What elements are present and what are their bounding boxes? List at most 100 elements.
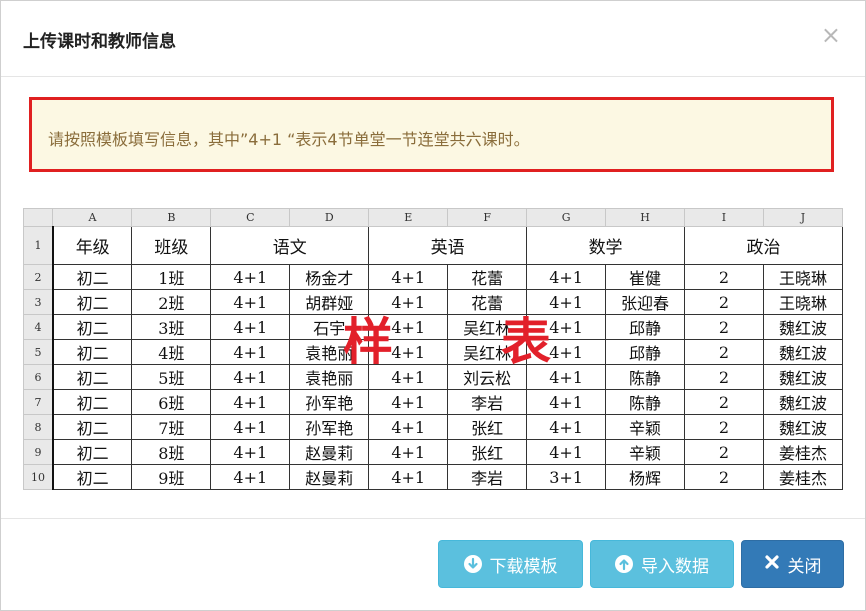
header-english: 英语	[368, 226, 528, 265]
row-number: 2	[22, 264, 54, 290]
table-cell: 初二	[51, 464, 133, 490]
table-cell: 崔健	[605, 264, 686, 290]
table-cell: 陈静	[605, 389, 686, 415]
table-cell: 4+1	[526, 439, 607, 465]
table-cell: 4+1	[526, 414, 607, 440]
table-cell: 7班	[131, 414, 212, 440]
instruction-text: 请按照模板填写信息，其中”4+1 “表示4节单堂一节连堂共六课时。	[48, 130, 530, 149]
dialog-footer: 下载模板 导入数据 关闭	[1, 518, 865, 611]
table-cell: 2	[684, 439, 764, 465]
table-cell: 李岩	[447, 464, 528, 490]
header-politics: 政治	[684, 226, 843, 265]
column-letter-row: A B C D E F G H I J	[22, 208, 844, 227]
table-cell: 4+1	[210, 414, 291, 440]
table-cell: 王晓琳	[762, 264, 844, 290]
table-row: 9 初二 8班 4+1 赵曼莉 4+1 张红 4+1 辛颖 2 姜桂杰	[22, 439, 844, 465]
download-template-button[interactable]: 下载模板	[438, 540, 583, 588]
table-row: 10 初二 9班 4+1 赵曼莉 4+1 李岩 3+1 杨辉 2 姜桂杰	[22, 464, 844, 490]
table-cell: 1班	[131, 264, 212, 290]
table-cell: 魏红波	[762, 364, 844, 390]
table-cell: 魏红波	[762, 389, 844, 415]
import-data-label: 导入数据	[641, 556, 709, 577]
table-cell: 2	[684, 364, 764, 390]
table-cell: 姜桂杰	[762, 464, 844, 490]
table-cell: 3班	[131, 314, 212, 340]
table-cell: 魏红波	[762, 314, 844, 340]
table-header-row: 1 年级 班级 语文 英语 数学 政治	[22, 226, 843, 265]
table-cell: 杨辉	[605, 464, 686, 490]
sample-stamp-right: 表	[501, 313, 551, 371]
table-cell: 4+1	[368, 414, 449, 440]
column-letter: J	[762, 208, 844, 227]
close-icon[interactable]: ×	[821, 23, 841, 47]
x-mark-icon	[764, 554, 780, 575]
header-chinese: 语文	[210, 226, 370, 265]
table-cell: 6班	[131, 389, 212, 415]
table-row: 5 初二 4班 4+1 袁艳丽 4+1 吴红林 4+1 邱静 2 魏红波	[22, 339, 844, 365]
header-math: 数学	[526, 226, 686, 265]
row-number: 10	[22, 464, 54, 490]
table-cell: 4班	[131, 339, 212, 365]
row-number: 9	[22, 439, 54, 465]
dialog-title: 上传课时和教师信息	[23, 32, 176, 52]
table-cell: 2	[684, 414, 764, 440]
table-row: 8 初二 7班 4+1 孙军艳 4+1 张红 4+1 辛颖 2 魏红波	[22, 414, 844, 440]
table-cell: 赵曼莉	[289, 464, 370, 490]
table-cell: 花蕾	[447, 264, 528, 290]
table-row: 4 初二 3班 4+1 石宇 4+1 吴红林 4+1 邱静 2 魏红波	[22, 314, 844, 340]
table-cell: 初二	[51, 314, 133, 340]
table-cell: 4+1	[210, 339, 291, 365]
download-circle-icon	[463, 555, 482, 573]
column-letter: I	[684, 208, 764, 227]
table-cell: 9班	[131, 464, 212, 490]
table-cell: 李岩	[447, 389, 528, 415]
column-letter: C	[210, 208, 291, 227]
header-class: 班级	[131, 226, 212, 265]
sample-rows: 2 初二 1班 4+1 杨金才 4+1 花蕾 4+1 崔健 2 王晓琳 3 初二 2班 4+1 胡群娅 4+1 花…	[22, 264, 844, 490]
column-letter: H	[605, 208, 686, 227]
table-cell: 3+1	[526, 464, 607, 490]
table-cell: 2	[684, 264, 764, 290]
row-number: 5	[22, 339, 54, 365]
download-template-label: 下载模板	[489, 556, 558, 577]
table-row: 2 初二 1班 4+1 杨金才 4+1 花蕾 4+1 崔健 2 王晓琳	[22, 264, 844, 290]
table-cell: 魏红波	[762, 339, 844, 365]
table-cell: 孙军艳	[289, 414, 370, 440]
table-cell: 2班	[131, 289, 212, 315]
table-cell: 5班	[131, 364, 212, 390]
table-cell: 邱静	[605, 339, 686, 365]
column-letter: D	[289, 208, 370, 227]
table-cell: 4+1	[368, 439, 449, 465]
table-cell: 辛颖	[605, 414, 686, 440]
table-cell: 4+1	[526, 389, 607, 415]
column-letter: G	[526, 208, 607, 227]
table-cell: 4+1	[210, 314, 291, 340]
column-letter: B	[131, 208, 212, 227]
table-cell: 4+1	[368, 464, 449, 490]
table-cell: 初二	[51, 364, 133, 390]
table-cell: 初二	[51, 339, 133, 365]
table-cell: 2	[684, 339, 764, 365]
table-cell: 4+1	[210, 464, 291, 490]
table-cell: 张迎春	[605, 289, 686, 315]
dialog-header: 上传课时和教师信息 ×	[1, 1, 865, 77]
row-number: 1	[22, 226, 54, 265]
import-data-button[interactable]: 导入数据	[590, 540, 734, 588]
table-cell: 4+1	[210, 389, 291, 415]
table-row: 7 初二 6班 4+1 孙军艳 4+1 李岩 4+1 陈静 2 魏红波	[22, 389, 844, 415]
table-cell: 2	[684, 314, 764, 340]
table-cell: 4+1	[210, 289, 291, 315]
table-cell: 赵曼莉	[289, 439, 370, 465]
table-cell: 杨金才	[289, 264, 370, 290]
table-cell: 4+1	[526, 264, 607, 290]
instruction-notice: 请按照模板填写信息，其中”4+1 “表示4节单堂一节连堂共六课时。	[29, 97, 834, 172]
table-cell: 初二	[51, 439, 133, 465]
column-letter: A	[52, 208, 133, 227]
table-cell: 魏红波	[762, 414, 844, 440]
table-cell: 8班	[131, 439, 212, 465]
table-cell: 孙军艳	[289, 389, 370, 415]
table-row: 6 初二 5班 4+1 袁艳丽 4+1 刘云松 4+1 陈静 2 魏红波	[22, 364, 844, 390]
table-cell: 2	[684, 464, 764, 490]
close-button[interactable]: 关闭	[741, 540, 844, 588]
table-cell: 姜桂杰	[762, 439, 844, 465]
